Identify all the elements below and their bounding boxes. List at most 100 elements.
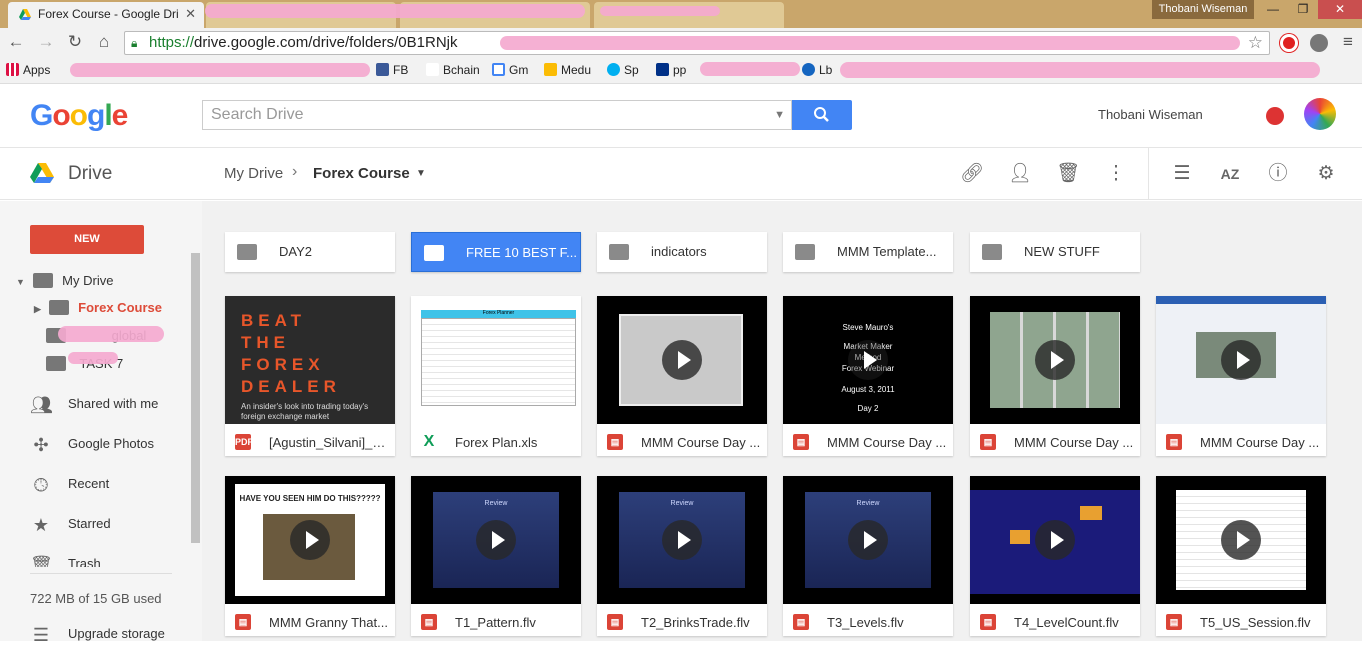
play-icon[interactable] (476, 520, 516, 560)
bookmark-gm[interactable]: Gm (492, 63, 528, 77)
play-icon[interactable] (662, 340, 702, 380)
nav-label: Trash (68, 556, 101, 567)
file-card[interactable]: Review ▤ T1_Pattern.flv (411, 476, 581, 636)
bookmark-star-icon[interactable]: ☆ (1248, 32, 1263, 54)
apps-bookmark[interactable]: Apps (6, 63, 50, 77)
nav-label: Recent (68, 476, 110, 491)
shared-folder-icon (237, 244, 257, 260)
folder-card[interactable]: NEW STUFF (970, 232, 1140, 272)
redaction-scribble (68, 352, 118, 364)
file-card[interactable]: Review ▤ T3_Levels.flv (783, 476, 953, 636)
bookmark-label: Sp (624, 63, 639, 77)
play-icon[interactable] (848, 520, 888, 560)
folder-card-selected[interactable]: FREE 10 BEST F... (411, 232, 581, 272)
minimize-icon[interactable]: — (1258, 0, 1288, 19)
reload-icon[interactable]: ↻ (65, 32, 85, 52)
folder-menu-caret-icon[interactable]: ▼ (416, 168, 426, 179)
play-icon[interactable] (1221, 520, 1261, 560)
info-icon[interactable]: ⓘ (1266, 162, 1290, 186)
file-name: MMM Granny That... (269, 615, 388, 630)
file-card[interactable]: ▤ MMM Course Day ... (1156, 296, 1326, 456)
bookmark-label: pp (673, 63, 687, 77)
more-options-icon[interactable]: ⋮ (1104, 162, 1128, 186)
nav-trash[interactable]: 🗑︎ Trash (30, 555, 101, 567)
shield-extension-icon[interactable] (1310, 34, 1328, 52)
trash-icon[interactable]: 🗑︎ (1056, 162, 1080, 186)
list-view-icon[interactable]: ☰ (1170, 162, 1194, 186)
nav-shared-with-me[interactable]: 👥︎ Shared with me (30, 395, 158, 416)
play-icon[interactable] (1221, 340, 1261, 380)
search-input[interactable]: Search Drive ▼ (202, 100, 792, 130)
back-icon[interactable]: ← (6, 32, 26, 52)
file-card[interactable]: HAVE YOU SEEN HIM DO THIS????? ▤ MMM Gra… (225, 476, 395, 636)
google-logo[interactable]: Google (30, 99, 128, 133)
folder-card[interactable]: MMM Template... (783, 232, 953, 272)
tree-forex-course[interactable]: ▶ Forex Course (34, 300, 162, 315)
file-card[interactable]: Forex Planner X Forex Plan.xls (411, 296, 581, 456)
play-icon[interactable] (662, 520, 702, 560)
upgrade-storage-link[interactable]: ☰ Upgrade storage (30, 625, 165, 646)
drive-toolbar: Drive My Drive › Forex Course ▼ 🔗︎ 👤︎ 🗑︎… (0, 147, 1362, 200)
file-card[interactable]: ▤ MMM Course Day ... (597, 296, 767, 456)
shared-folder-icon (982, 244, 1002, 260)
nav-starred[interactable]: ★ Starred (30, 515, 111, 536)
play-icon[interactable] (848, 340, 888, 380)
settings-gear-icon[interactable]: ⚙︎ (1314, 162, 1338, 186)
video-thumbnail (1156, 296, 1326, 424)
tree-expand-icon[interactable]: ▼ (16, 277, 25, 287)
search-placeholder: Search Drive (211, 106, 304, 123)
maximize-icon[interactable]: ❐ (1288, 0, 1318, 19)
new-button[interactable]: NEW (30, 225, 144, 254)
nav-google-photos[interactable]: ✣ Google Photos (30, 435, 154, 456)
share-person-icon[interactable]: 👤︎ (1008, 162, 1032, 186)
paypal-icon (656, 63, 669, 76)
drive-favicon-icon (19, 9, 31, 20)
tree-my-drive[interactable]: ▼ My Drive (16, 273, 113, 288)
sort-az-icon[interactable]: AZ (1218, 162, 1242, 186)
nav-recent[interactable]: 🕓︎ Recent (30, 475, 109, 496)
breadcrumb-current-folder[interactable]: Forex Course (313, 165, 410, 182)
search-icon (814, 107, 829, 122)
bookmark-lb[interactable]: Lb (802, 63, 832, 77)
video-thumbnail (970, 296, 1140, 424)
tab-forex-course[interactable]: Forex Course - Google Dri ✕ (8, 2, 204, 28)
sidebar-scrollbar[interactable] (191, 253, 200, 543)
bookmark-pp[interactable]: pp (656, 63, 686, 77)
search-options-icon[interactable]: ▼ (774, 101, 785, 129)
file-name: MMM Course Day ... (1200, 435, 1320, 450)
file-card[interactable]: Review ▤ T2_BrinksTrade.flv (597, 476, 767, 636)
slide-title: Review (670, 500, 694, 507)
search-button[interactable] (792, 100, 852, 130)
folder-card[interactable]: indicators (597, 232, 767, 272)
link-icon[interactable]: 🔗︎ (960, 162, 984, 186)
drive-bookmark-icon (544, 63, 557, 76)
apps-label: Apps (23, 63, 51, 77)
chrome-menu-icon[interactable]: ≡ (1338, 32, 1358, 52)
opera-extension-icon[interactable] (1280, 34, 1298, 52)
bookmark-bchain[interactable]: Bchain (426, 63, 480, 77)
chart-block (1080, 506, 1102, 520)
folder-card[interactable]: DAY2 (225, 232, 395, 272)
file-card[interactable]: ▤ MMM Course Day ... (970, 296, 1140, 456)
home-icon[interactable]: ⌂ (94, 32, 114, 52)
file-name: T1_Pattern.flv (455, 615, 536, 630)
notifications-icon[interactable] (1266, 107, 1284, 125)
forward-icon[interactable]: → (36, 32, 56, 52)
window-close-icon[interactable]: ✕ (1318, 0, 1362, 19)
bookmark-medu[interactable]: Medu (544, 63, 591, 77)
play-icon[interactable] (1035, 340, 1075, 380)
bookmark-fb[interactable]: FB (376, 63, 408, 77)
file-card[interactable]: ▤ T5_US_Session.flv (1156, 476, 1326, 636)
breadcrumb-my-drive[interactable]: My Drive (224, 165, 283, 182)
tree-collapse-icon[interactable]: ▶ (34, 304, 41, 314)
drive-logo-icon[interactable] (30, 162, 54, 184)
bookmark-sp[interactable]: Sp (607, 63, 639, 77)
file-card[interactable]: Steve Mauro's Market Maker Method Forex … (783, 296, 953, 456)
play-icon[interactable] (1035, 520, 1075, 560)
play-icon[interactable] (290, 520, 330, 560)
file-name: MMM Course Day ... (641, 435, 761, 450)
file-card[interactable]: BEAT THE FOREX DEALER An insider's look … (225, 296, 395, 456)
avatar[interactable] (1304, 98, 1336, 130)
tab-close-icon[interactable]: ✕ (185, 2, 196, 26)
file-card[interactable]: ▤ T4_LevelCount.flv (970, 476, 1140, 636)
